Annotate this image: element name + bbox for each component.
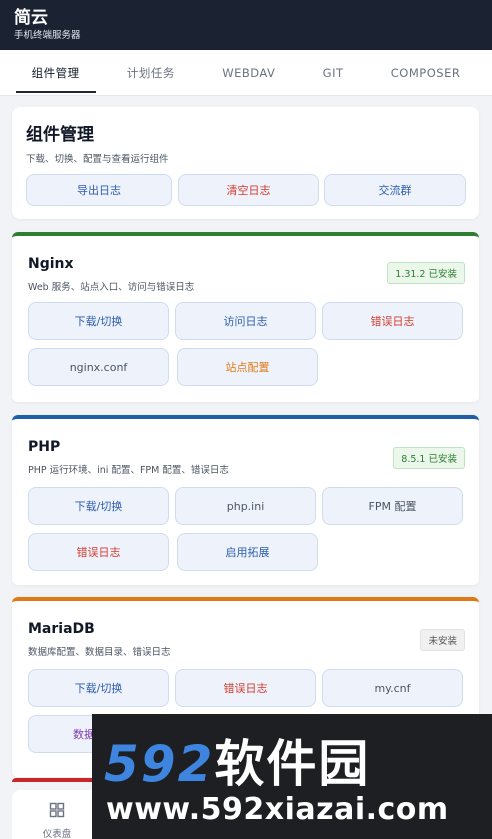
manager-card: 组件管理 下载、切换、配置与查看运行组件 导出日志 清空日志 交流群 bbox=[12, 107, 479, 219]
community-group-button[interactable]: 交流群 bbox=[324, 174, 466, 206]
download-switch-button[interactable]: 下载/切换 bbox=[28, 302, 169, 340]
tab-bar: 组件管理 计划任务 WEBDAV GIT COMPOSER bbox=[0, 50, 492, 96]
error-log-button[interactable]: 错误日志 bbox=[322, 302, 463, 340]
error-log-button[interactable]: 错误日志 bbox=[175, 669, 316, 707]
watermark-overlay: 592软件园 www.592xiazai.com bbox=[92, 714, 492, 839]
my-cnf-button[interactable]: my.cnf bbox=[322, 669, 463, 707]
download-switch-button[interactable]: 下载/切换 bbox=[28, 669, 169, 707]
watermark-url: www.592xiazai.com bbox=[106, 792, 449, 827]
tab-components[interactable]: 组件管理 bbox=[15, 50, 96, 96]
watermark-brand: 592软件园 bbox=[104, 724, 370, 796]
fpm-config-button[interactable]: FPM 配置 bbox=[322, 487, 463, 525]
app-title: 简云 bbox=[14, 8, 48, 28]
component-name: Nginx bbox=[28, 256, 74, 272]
component-name: PHP bbox=[28, 439, 61, 455]
site-config-button[interactable]: 站点配置 bbox=[177, 348, 318, 386]
manager-title: 组件管理 bbox=[26, 125, 94, 145]
app-header: 简云 手机终端服务器 bbox=[0, 0, 492, 50]
enable-extensions-button[interactable]: 启用拓展 bbox=[177, 533, 318, 571]
clear-log-button[interactable]: 清空日志 bbox=[178, 174, 319, 206]
component-description: PHP 运行环境、ini 配置、FPM 配置、错误日志 bbox=[28, 465, 229, 476]
status-badge: 1.31.2 已安装 bbox=[387, 262, 465, 284]
watermark-brand-name: 软件园 bbox=[214, 735, 371, 793]
access-log-button[interactable]: 访问日志 bbox=[175, 302, 316, 340]
status-badge: 8.5.1 已安装 bbox=[393, 447, 465, 469]
component-description: 数据库配置、数据目录、错误日志 bbox=[28, 647, 171, 658]
nav-dashboard[interactable]: 仪表盘 bbox=[12, 790, 102, 839]
nginx-conf-button[interactable]: nginx.conf bbox=[28, 348, 169, 386]
tab-scheduled-tasks[interactable]: 计划任务 bbox=[123, 50, 179, 96]
dashboard-icon bbox=[49, 802, 65, 822]
tab-composer[interactable]: COMPOSER bbox=[387, 50, 465, 96]
nav-dashboard-label: 仪表盘 bbox=[42, 829, 72, 839]
component-name: MariaDB bbox=[28, 621, 95, 637]
tab-git[interactable]: GIT bbox=[319, 50, 348, 96]
error-log-button[interactable]: 错误日志 bbox=[28, 533, 169, 571]
app-subtitle: 手机终端服务器 bbox=[14, 30, 81, 41]
manager-description: 下载、切换、配置与查看运行组件 bbox=[26, 154, 169, 165]
status-badge: 未安装 bbox=[420, 629, 465, 651]
php-ini-button[interactable]: php.ini bbox=[175, 487, 316, 525]
download-switch-button[interactable]: 下载/切换 bbox=[28, 487, 169, 525]
tab-webdav[interactable]: WEBDAV bbox=[218, 50, 279, 96]
export-log-button[interactable]: 导出日志 bbox=[26, 174, 172, 206]
watermark-brand-number: 592 bbox=[104, 735, 215, 793]
component-description: Web 服务、站点入口、访问与错误日志 bbox=[28, 282, 195, 293]
nginx-card: Nginx Web 服务、站点入口、访问与错误日志 1.31.2 已安装 下载/… bbox=[12, 232, 479, 402]
php-card: PHP PHP 运行环境、ini 配置、FPM 配置、错误日志 8.5.1 已安… bbox=[12, 415, 479, 585]
